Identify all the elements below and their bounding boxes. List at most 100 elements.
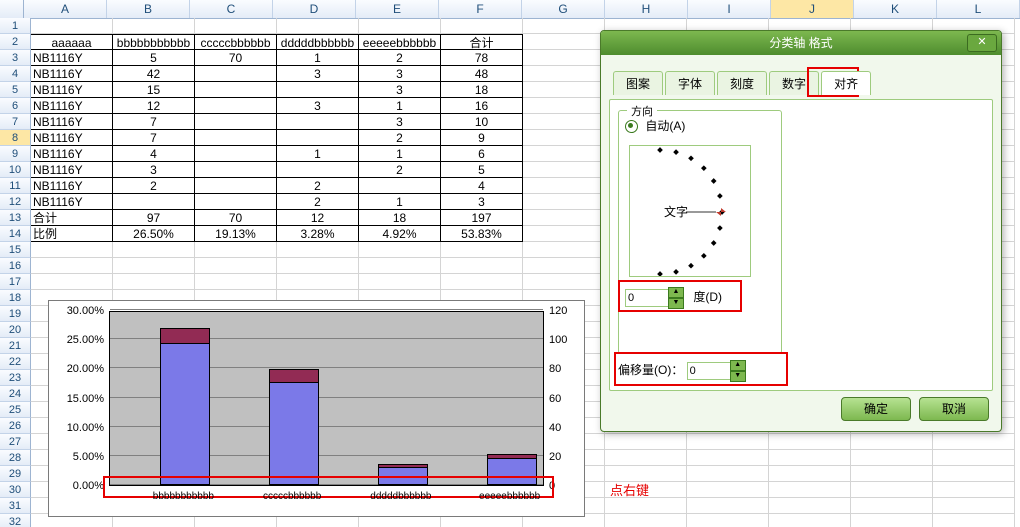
cell[interactable] [523, 98, 605, 114]
row-header[interactable]: 29 [0, 466, 31, 482]
cell[interactable]: 2 [359, 162, 441, 178]
cell[interactable]: NB1116Y [31, 178, 113, 194]
cell[interactable]: 3 [359, 66, 441, 82]
tab-0[interactable]: 图案 [613, 71, 663, 95]
cell[interactable] [523, 50, 605, 66]
cell[interactable]: 4 [441, 178, 523, 194]
cell[interactable] [195, 18, 277, 34]
cell[interactable] [195, 178, 277, 194]
row-header[interactable]: 27 [0, 434, 31, 450]
cell[interactable] [605, 450, 687, 466]
cell[interactable]: NB1116Y [31, 82, 113, 98]
cell[interactable] [523, 194, 605, 210]
cell[interactable] [31, 274, 113, 290]
row-header[interactable]: 10 [0, 162, 31, 178]
row-header[interactable]: 9 [0, 146, 31, 162]
cell[interactable] [195, 274, 277, 290]
cell[interactable] [769, 450, 851, 466]
cell[interactable]: NB1116Y [31, 98, 113, 114]
cell[interactable]: 9 [441, 130, 523, 146]
cell[interactable]: NB1116Y [31, 194, 113, 210]
cell[interactable] [113, 18, 195, 34]
auto-radio-row[interactable]: 自动(A) [625, 117, 775, 134]
column-header-D[interactable]: D [273, 0, 356, 18]
cell[interactable]: NB1116Y [31, 146, 113, 162]
row-header[interactable]: 6 [0, 98, 31, 114]
cell[interactable] [523, 226, 605, 242]
embedded-chart[interactable]: 0.00%5.00%10.00%15.00%20.00%25.00%30.00%… [48, 300, 585, 517]
degree-down-icon[interactable]: ▼ [668, 298, 684, 309]
cell[interactable]: 26.50% [113, 226, 195, 242]
row-header[interactable]: 21 [0, 338, 31, 354]
cell[interactable] [359, 258, 441, 274]
cell[interactable] [195, 82, 277, 98]
cell[interactable] [523, 66, 605, 82]
degree-input[interactable] [625, 289, 669, 307]
cell[interactable]: 97 [113, 210, 195, 226]
cell[interactable] [851, 434, 933, 450]
cell[interactable] [687, 434, 769, 450]
cell[interactable]: 70 [195, 210, 277, 226]
cell[interactable]: cccccbbbbbb [195, 34, 277, 50]
cell[interactable]: aaaaaa [31, 34, 113, 50]
offset-down-icon[interactable]: ▼ [730, 371, 746, 382]
cell[interactable] [195, 66, 277, 82]
cell[interactable]: 10 [441, 114, 523, 130]
cell[interactable]: 3 [277, 66, 359, 82]
row-header[interactable]: 17 [0, 274, 31, 290]
tab-2[interactable]: 刻度 [717, 71, 767, 95]
cell[interactable]: 2 [277, 178, 359, 194]
cell[interactable] [277, 18, 359, 34]
cell[interactable]: dddddbbbbbb [277, 34, 359, 50]
column-header-A[interactable]: A [24, 0, 107, 18]
cell[interactable] [31, 258, 113, 274]
cell[interactable]: 7 [113, 114, 195, 130]
cell[interactable]: 3 [441, 194, 523, 210]
cell[interactable]: 1 [359, 194, 441, 210]
cell[interactable] [277, 242, 359, 258]
cell[interactable]: 18 [441, 82, 523, 98]
cell[interactable] [359, 178, 441, 194]
offset-input[interactable] [687, 362, 731, 380]
cell[interactable] [195, 258, 277, 274]
cell[interactable] [523, 178, 605, 194]
cell[interactable] [933, 450, 1015, 466]
cell[interactable]: 78 [441, 50, 523, 66]
cell[interactable] [769, 434, 851, 450]
cell[interactable] [851, 450, 933, 466]
cell[interactable] [523, 130, 605, 146]
cell[interactable] [605, 514, 687, 527]
cell[interactable]: NB1116Y [31, 114, 113, 130]
row-header[interactable]: 11 [0, 178, 31, 194]
cell[interactable]: NB1116Y [31, 66, 113, 82]
tab-4[interactable]: 对齐 [821, 71, 871, 95]
cell[interactable]: eeeeebbbbbb [359, 34, 441, 50]
close-button[interactable]: ✕ [967, 34, 997, 52]
row-header[interactable]: 31 [0, 498, 31, 514]
row-header[interactable]: 4 [0, 66, 31, 82]
row-header[interactable]: 28 [0, 450, 31, 466]
cell[interactable]: 1 [359, 98, 441, 114]
row-header[interactable]: 19 [0, 306, 31, 322]
cell[interactable]: 197 [441, 210, 523, 226]
ok-button[interactable]: 确定 [841, 397, 911, 421]
row-header[interactable]: 24 [0, 386, 31, 402]
cell[interactable] [359, 274, 441, 290]
cell[interactable] [113, 274, 195, 290]
cell[interactable] [195, 146, 277, 162]
row-header[interactable]: 23 [0, 370, 31, 386]
cell[interactable] [441, 18, 523, 34]
cell[interactable] [523, 82, 605, 98]
row-header[interactable]: 32 [0, 514, 31, 527]
cell[interactable] [851, 514, 933, 527]
cell[interactable]: 5 [441, 162, 523, 178]
cell[interactable]: 18 [359, 210, 441, 226]
cell[interactable] [523, 258, 605, 274]
select-all-corner[interactable] [0, 0, 24, 18]
chart-bar-cap[interactable] [160, 328, 210, 343]
cell[interactable] [523, 162, 605, 178]
row-header[interactable]: 14 [0, 226, 31, 242]
cell[interactable]: 4.92% [359, 226, 441, 242]
cell[interactable]: 53.83% [441, 226, 523, 242]
cell[interactable]: 1 [277, 146, 359, 162]
